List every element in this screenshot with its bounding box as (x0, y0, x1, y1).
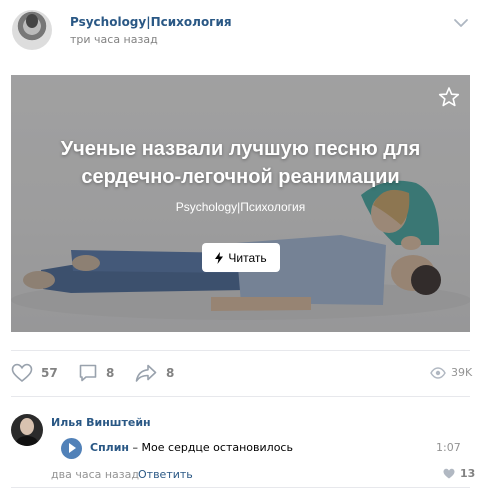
eye-icon (430, 366, 446, 379)
heart-icon (11, 363, 33, 383)
comment-like-button[interactable]: 13 (443, 467, 475, 480)
article-title-line: Ученые назвали лучшую песню для (60, 138, 421, 160)
audio-separator: – (132, 441, 139, 454)
audio-track[interactable]: Сплин – Мое сердце остановилось (90, 441, 293, 454)
play-icon[interactable] (61, 438, 82, 459)
share-icon (135, 364, 157, 382)
comment-time[interactable]: два часа назад (51, 468, 139, 481)
commenter-avatar[interactable] (11, 414, 43, 446)
divider (11, 396, 470, 397)
reply-button[interactable]: Ответить (138, 468, 193, 481)
chevron-down-icon[interactable] (452, 16, 470, 30)
like-button[interactable]: 57 (11, 363, 58, 383)
author-avatar[interactable] (12, 10, 52, 50)
view-count: 39K (451, 366, 473, 379)
commenter-name[interactable]: Илья Винштейн (51, 416, 151, 429)
audio-attachment: Сплин – Мое сердце остановилось 1:07 (61, 436, 471, 460)
comment-count: 8 (106, 366, 115, 380)
comment-like-count: 13 (460, 467, 476, 480)
article-title-line: сердечно-легочной реанимации (81, 166, 400, 188)
article-source: Psychology|Психология (175, 200, 306, 214)
post-actions: 57 8 8 39K (0, 355, 486, 393)
share-count: 8 (166, 366, 175, 380)
star-icon[interactable] (438, 86, 460, 108)
article-card[interactable]: Ученые назвали лучшую песню для сердечно… (11, 75, 470, 332)
share-button[interactable]: 8 (134, 363, 174, 383)
post-author-link[interactable]: Psychology|Психология (70, 15, 232, 29)
comment-item: Илья Винштейн Сплин – Мое сердце останов… (0, 405, 486, 490)
divider (11, 350, 470, 351)
post-time[interactable]: три часа назад (70, 33, 158, 46)
read-article-button[interactable]: Читать (202, 243, 280, 272)
audio-artist[interactable]: Сплин (90, 441, 129, 454)
heart-icon (443, 468, 455, 479)
audio-duration: 1:07 (436, 441, 461, 454)
wall-post: Psychology|Психология три часа назад Уче… (0, 0, 486, 490)
article-title: Ученые назвали лучшую песню для сердечно… (11, 135, 470, 191)
audio-title: Мое сердце остановилось (141, 441, 293, 454)
read-article-label: Читать (228, 250, 267, 265)
divider (11, 487, 470, 488)
lightning-icon (215, 251, 224, 264)
comment-icon (79, 364, 97, 382)
post-header: Psychology|Психология три часа назад (0, 0, 486, 60)
views-counter: 39K (430, 366, 472, 379)
comment-button[interactable]: 8 (78, 363, 114, 383)
like-count: 57 (41, 366, 58, 380)
